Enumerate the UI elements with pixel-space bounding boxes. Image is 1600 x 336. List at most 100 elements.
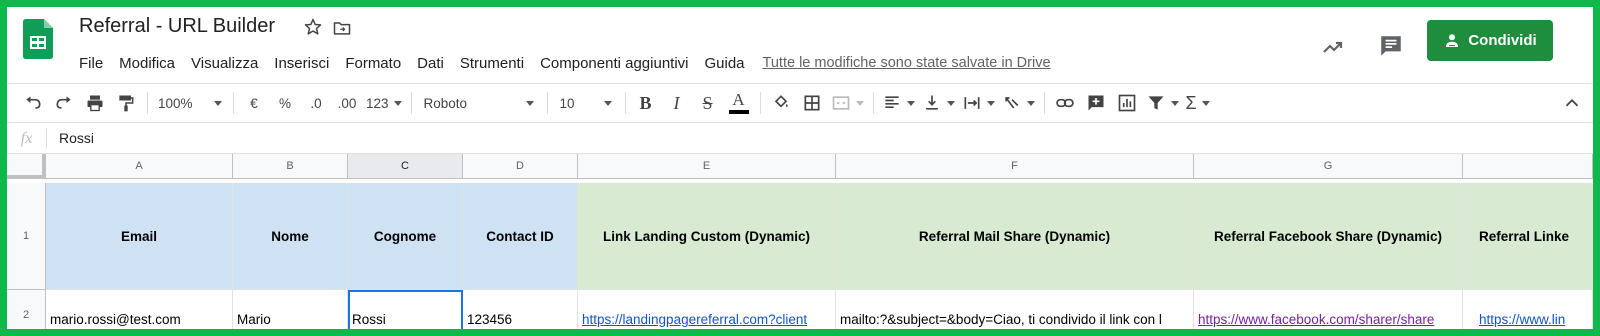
menu-componenti-aggiuntivi[interactable]: Componenti aggiuntivi [532, 52, 696, 75]
menu-formato[interactable]: Formato [337, 52, 409, 75]
header-cell-nome[interactable]: Nome [233, 183, 348, 290]
paint-format-button[interactable] [114, 89, 138, 117]
wrap-icon [964, 97, 980, 109]
borders-button[interactable] [800, 89, 824, 117]
currency-format-button[interactable]: € [242, 89, 266, 117]
undo-button[interactable] [21, 89, 45, 117]
header-cell-contact-id[interactable]: Contact ID [463, 183, 578, 290]
chevron-down-icon [525, 100, 534, 106]
italic-button[interactable]: I [665, 89, 689, 117]
sheets-logo-icon[interactable] [23, 19, 53, 59]
merge-cells-button[interactable] [831, 89, 864, 117]
decrease-decimals-button[interactable]: .0 [304, 89, 328, 117]
chevron-down-icon [1170, 100, 1179, 106]
select-all-corner[interactable] [7, 154, 46, 179]
zoom-value: 100% [158, 95, 193, 111]
menu-strumenti[interactable]: Strumenti [452, 52, 532, 75]
column-header-e[interactable]: E [578, 154, 836, 179]
column-header-b[interactable]: B [233, 154, 348, 179]
header-cell-email[interactable]: Email [46, 183, 233, 290]
insert-comment-button[interactable] [1084, 89, 1108, 117]
comment-history-icon[interactable] [1378, 33, 1404, 59]
cell-link-landing[interactable]: https://landingpagereferral.com?client [578, 290, 836, 329]
functions-button[interactable]: Σ [1186, 89, 1210, 117]
redo-button[interactable] [52, 89, 76, 117]
move-folder-icon[interactable] [332, 18, 352, 38]
filter-button[interactable] [1146, 89, 1179, 117]
formula-bar: fx Rossi [7, 123, 1593, 154]
bold-icon: B [639, 92, 652, 113]
borders-icon [804, 95, 820, 111]
column-header-g[interactable]: G [1194, 154, 1463, 179]
percent-format-button[interactable]: % [273, 89, 297, 117]
chevron-down-icon [1201, 100, 1210, 106]
chevron-up-icon[interactable] [1561, 92, 1583, 114]
activity-dashboard-icon[interactable] [1321, 35, 1345, 59]
header-cell-link-landing[interactable]: Link Landing Custom (Dynamic) [578, 183, 836, 290]
save-status-link[interactable]: Tutte le modifiche sono state salvate in… [763, 55, 1051, 71]
valign-icon [925, 95, 938, 110]
spreadsheet-grid: A B C D E F G H 1 2 Email Nome Cognome C… [7, 154, 1593, 329]
row-header-2[interactable]: 2 [7, 290, 46, 329]
share-button[interactable]: Condividi [1427, 20, 1553, 61]
chevron-down-icon [1026, 100, 1035, 106]
menu-modifica[interactable]: Modifica [111, 52, 183, 75]
cell-contact-id[interactable]: 123456 [463, 290, 578, 329]
merge-cells-icon [832, 96, 849, 110]
header-cell-linkedin-share[interactable]: Referral Linke [1463, 183, 1593, 290]
cell-cognome-selected[interactable]: Rossi [348, 290, 463, 329]
column-header-c[interactable]: C [348, 154, 463, 179]
increase-decimals-button[interactable]: .00 [335, 89, 359, 117]
column-header-f[interactable]: F [836, 154, 1194, 179]
more-formats-button[interactable]: 123 [366, 89, 402, 117]
horizontal-align-button[interactable] [882, 89, 915, 117]
menu-guida[interactable]: Guida [697, 52, 753, 75]
menu-dati[interactable]: Dati [409, 52, 452, 75]
undo-icon [26, 96, 41, 109]
toolbar-divider [546, 92, 548, 114]
vertical-align-button[interactable] [922, 89, 955, 117]
header-cell-mail-share[interactable]: Referral Mail Share (Dynamic) [836, 183, 1194, 290]
menu-inserisci[interactable]: Inserisci [266, 52, 337, 75]
row-header-1[interactable]: 1 [7, 183, 46, 290]
column-header-a[interactable]: A [46, 154, 233, 179]
zoom-select[interactable]: 100% [156, 89, 224, 117]
text-wrapping-button[interactable] [962, 89, 995, 117]
star-icon[interactable] [303, 17, 323, 37]
column-header-d[interactable]: D [463, 154, 578, 179]
cell-facebook-share[interactable]: https://www.facebook.com/sharer/share [1194, 290, 1463, 329]
cell-mail-share[interactable]: mailto:?&subject=&body=Ciao, ti condivid… [836, 290, 1194, 329]
cell-nome[interactable]: Mario [233, 290, 348, 329]
toolbar-divider [1043, 92, 1045, 114]
print-button[interactable] [83, 89, 107, 117]
menu-bar: File Modifica Visualizza Inserisci Forma… [71, 51, 1051, 75]
text-rotation-button[interactable] [1002, 89, 1035, 117]
header-cell-cognome[interactable]: Cognome [348, 183, 463, 290]
bold-button[interactable]: B [634, 89, 658, 117]
formatting-toolbar: 100% € % .0 .00 123 Roboto 10 B I S A Σ [7, 83, 1593, 123]
font-size-select[interactable]: 10 [556, 89, 616, 117]
fx-icon: fx [7, 127, 47, 149]
cell-email[interactable]: mario.rossi@test.com [46, 290, 233, 329]
text-color-icon: A [732, 90, 745, 109]
toolbar-divider [233, 92, 234, 114]
text-color-button[interactable]: A [727, 89, 751, 117]
formula-input[interactable]: Rossi [47, 130, 94, 146]
column-header-h[interactable]: H [1463, 154, 1593, 179]
toolbar-divider [759, 92, 761, 114]
menu-visualizza[interactable]: Visualizza [183, 52, 266, 75]
document-title[interactable]: Referral - URL Builder [79, 15, 275, 38]
header-cell-facebook-share[interactable]: Referral Facebook Share (Dynamic) [1194, 183, 1463, 290]
cell-linkedin-share[interactable]: https://www.lin [1463, 290, 1593, 329]
landing-link[interactable]: https://landingpagereferral.com?client [582, 312, 807, 327]
linkedin-share-link[interactable]: https://www.lin [1479, 312, 1565, 327]
insert-link-button[interactable] [1053, 89, 1077, 117]
menu-file[interactable]: File [71, 52, 111, 75]
facebook-share-link[interactable]: https://www.facebook.com/sharer/share [1198, 312, 1434, 327]
chevron-down-icon [946, 100, 955, 106]
fill-color-button[interactable] [769, 89, 793, 117]
insert-chart-button[interactable] [1115, 89, 1139, 117]
font-select[interactable]: Roboto [420, 89, 538, 117]
font-value: Roboto [423, 95, 468, 111]
strikethrough-button[interactable]: S [696, 89, 720, 117]
